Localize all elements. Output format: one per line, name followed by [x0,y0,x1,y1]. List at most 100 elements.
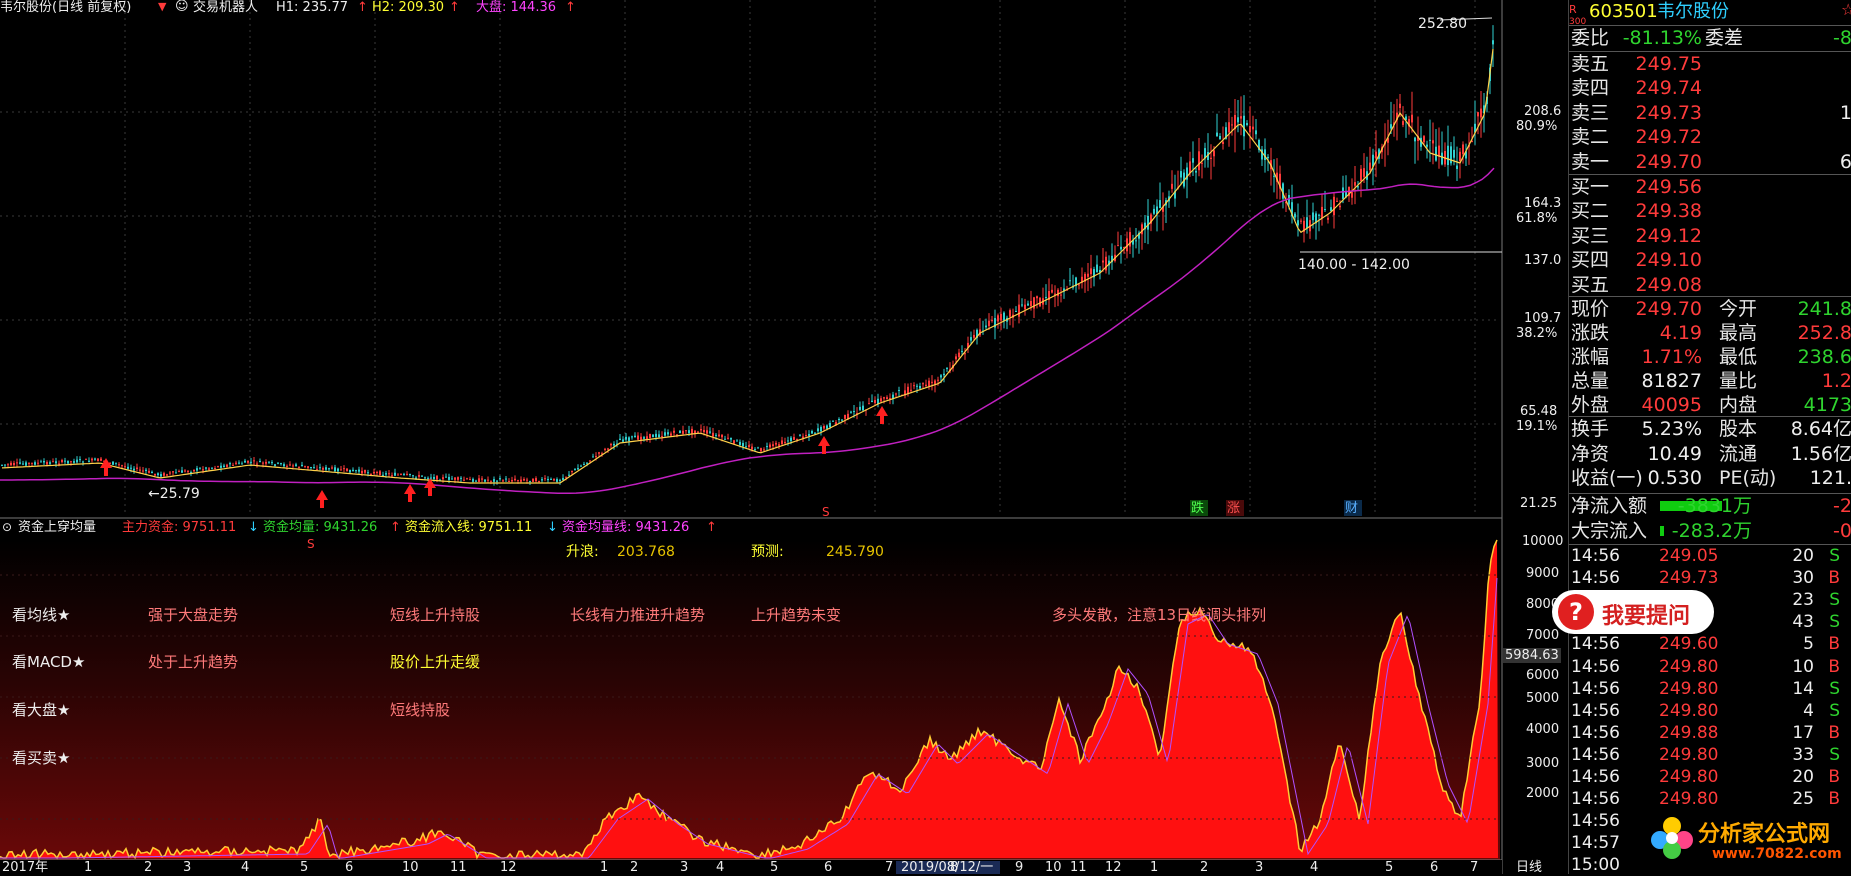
candle-body [193,469,195,472]
candle-body [832,420,834,422]
candle-body [670,433,672,436]
indicator-menu-icon[interactable]: ⊙ [2,520,12,535]
ask-label: 卖五 [1571,53,1610,75]
stat-row: 外盘 40095 内盘 4173 [1569,393,1851,417]
stat-row: 涨幅 1.71% 最低 238.6 [1569,345,1851,369]
candle-body [310,467,312,469]
candle-body [565,476,567,478]
candle-body [883,397,885,399]
event-zhang-flag[interactable]: 涨 [1227,501,1240,516]
candle-body [1411,114,1413,123]
tick-row: 14:56 249.80 25 B [1569,788,1851,810]
time-tick: 4 [1310,860,1319,875]
tick-time: 14:56 [1571,722,1620,743]
stat-label: 股本 [1719,418,1758,440]
tick-price: 249.80 [1659,789,1719,810]
candle-body [250,461,252,463]
candle-body [637,435,639,440]
candle-body [652,434,654,438]
candle-body [25,462,27,466]
event-die-flag[interactable]: 跌 [1191,501,1204,516]
chart-canvas[interactable]: S S [0,0,1568,874]
time-tick: 3 [183,860,192,875]
candle-body [913,385,915,387]
tick-side: B [1828,568,1840,589]
candle-body [841,419,843,421]
ask-question-button[interactable]: ? 我要提问 [1552,590,1714,634]
stat2-row: 收益(一) 0.530 PE(动) 121. [1569,466,1851,490]
indicator-name[interactable]: 资金上穿均量 [18,520,96,535]
candle-body [607,448,609,450]
tick-price: 249.88 [1659,722,1719,743]
candle-body [1414,137,1416,142]
candle-body [157,473,159,476]
time-tick: 9 [1015,860,1024,875]
candle-body [1423,136,1425,143]
candle-body [796,438,798,440]
candle-body [457,477,459,480]
bid-row: 买三 249.12 [1569,224,1851,248]
candle-body [94,458,96,460]
candle-body [100,458,102,461]
analysis-text: 多头发散，注意13日线调头排列 [1052,606,1267,624]
stock-title[interactable]: 韦尔股份(日线 前复权) [0,0,131,15]
stat-label: 总量 [1571,370,1610,392]
candle-body [970,337,972,341]
stat-value: 8.64亿 [1790,418,1851,440]
inflow-avg-value: 资金均量线: 9431.26 [562,520,690,535]
candle-body [781,440,783,445]
price-grid [0,0,1500,515]
candle-body [679,430,681,434]
tick-time: 14:56 [1571,700,1620,721]
event-cai-flag[interactable]: 财 [1345,501,1358,516]
candle-body [361,470,363,474]
candle-body [874,400,876,404]
candle-body [808,433,810,436]
candle-body [247,460,249,463]
candle-body [208,468,210,470]
candle-body [709,431,711,433]
candle-body [1003,312,1005,321]
candle-body [577,468,579,470]
tick-price: 249.80 [1659,767,1719,787]
tick-price: 249.60 [1659,634,1719,655]
candle-body [199,468,201,470]
candle-body [46,461,48,465]
stat-value: 238.6 [1797,346,1851,368]
star-icon[interactable]: ☆ [1841,0,1851,22]
stat-label: 今开 [1719,298,1758,320]
candle-body [541,479,543,481]
stat-label: 内盘 [1719,394,1758,416]
candle-body [997,315,999,322]
candle-body [112,461,114,465]
candle-body [718,434,720,437]
candle-body [433,477,435,479]
range-label: 140.00 - 142.00 [1298,257,1410,273]
arrow-down-icon[interactable]: ▼ [158,0,166,14]
volume-tick: 6000 [1526,668,1560,683]
high-label: 252.80 [1418,16,1467,32]
candle-body [163,473,165,476]
candle-body [1036,296,1038,299]
stat-label: 净资 [1571,442,1610,465]
candle-body [664,432,666,436]
candle-body [466,478,468,480]
candle-body [571,470,573,473]
candle-body [715,434,717,436]
candle-body [64,460,66,462]
time-tick: 6 [345,860,354,875]
candle-body [700,429,702,431]
up-arrow-icon: ↑ [449,0,460,15]
candle-body [82,461,84,463]
tick-side: S [1829,678,1840,699]
candle-body [805,435,807,437]
candle-body [49,462,51,464]
candle-body [1057,289,1059,297]
candle-body [76,459,78,463]
candle-body [1399,103,1401,109]
candle-body [346,468,348,471]
candle-body [871,400,873,403]
candle-body [955,356,957,360]
robot-label[interactable]: 交易机器人 [193,0,258,15]
period-label[interactable]: 日线 [1516,860,1542,875]
